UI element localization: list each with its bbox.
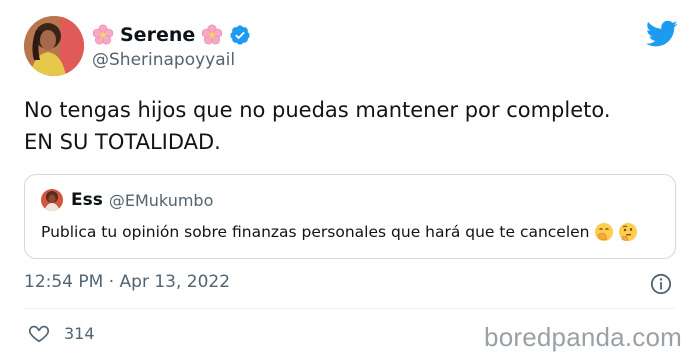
tweet-text-line: EN SU TOTALIDAD. [24, 130, 221, 154]
cherry-blossom-emoji [92, 24, 114, 45]
quoted-author-avatar [41, 189, 63, 211]
quoted-tweet[interactable]: Ess @EMukumbo Publica tu opinión sobre f… [24, 174, 676, 259]
heart-icon[interactable] [28, 322, 50, 344]
quoted-text: Publica tu opinión sobre finanzas person… [41, 221, 638, 243]
hand-over-mouth-emoji [594, 223, 613, 241]
quoted-author-name-row: Ess @EMukumbo [71, 189, 213, 211]
verified-badge-icon [230, 25, 250, 45]
watermark: boredpanda.com [484, 322, 682, 352]
like-count: 314 [64, 323, 95, 343]
tweet-timestamp[interactable]: 12:54 PM · Apr 13, 2022 [24, 272, 230, 292]
author-handle[interactable]: @Sherinapoyyail [92, 50, 235, 70]
quoted-display-name: Ess [71, 190, 103, 210]
tweet-text-line: No tengas hijos que no puedas mantener p… [24, 98, 611, 122]
avatar-photo [41, 189, 63, 211]
tweet-card: Serene @Sherinapoyyail No tengas hijos q… [0, 0, 700, 362]
author-name-row[interactable]: Serene [92, 22, 251, 48]
info-icon[interactable] [650, 273, 672, 295]
twitter-bird-icon[interactable] [646, 20, 678, 48]
like-action[interactable]: 314 [28, 322, 95, 344]
avatar-photo [24, 16, 84, 76]
author-display-name[interactable]: Serene [120, 24, 195, 46]
divider [24, 308, 676, 309]
quoted-text-body: Publica tu opinión sobre finanzas person… [41, 223, 590, 241]
cherry-blossom-emoji [202, 24, 223, 45]
quoted-handle: @EMukumbo [108, 190, 214, 210]
thinking-face-emoji [618, 223, 637, 241]
author-avatar[interactable] [24, 16, 84, 76]
tweet-text: No tengas hijos que no puedas mantener p… [24, 94, 674, 158]
